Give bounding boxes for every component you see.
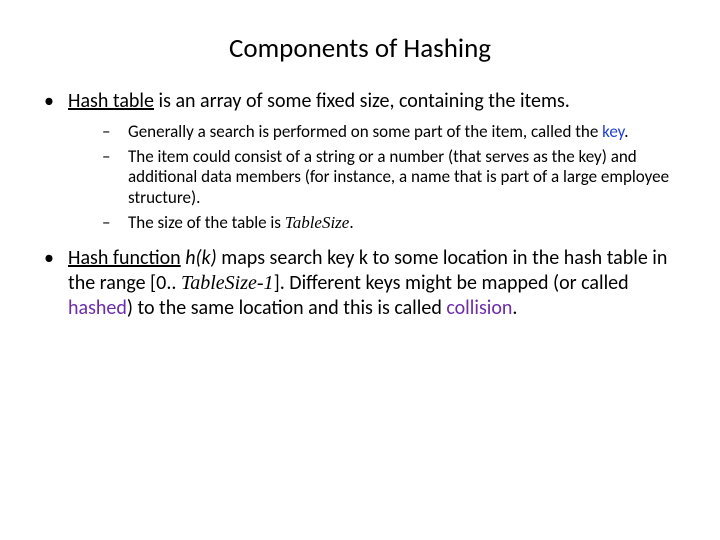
bullet-hash-table: Hash table is an array of some fixed siz… — [36, 89, 684, 234]
bullet-list-level2: Generally a search is performed on some … — [68, 122, 684, 234]
term-range-end: TableSize-1 — [181, 272, 274, 294]
text: . — [349, 212, 353, 233]
text: Generally a search is performed on some … — [128, 121, 602, 142]
term-hk: h(k) — [185, 246, 217, 270]
slide-title: Components of Hashing — [36, 32, 684, 65]
term-key: key — [602, 121, 624, 142]
bullet-hash-function: Hash function h(k) maps search key k to … — [36, 246, 684, 321]
text: . — [512, 296, 517, 320]
text: ) to the same location and this is calle… — [127, 296, 446, 320]
subbullet-tablesize: The size of the table is TableSize. — [68, 213, 684, 234]
term-hash-table: Hash table — [68, 89, 154, 113]
text: is an array of some fixed size, containi… — [154, 89, 570, 113]
bullet-list-level1: Hash table is an array of some fixed siz… — [36, 89, 684, 321]
subbullet-item-desc: The item could consist of a string or a … — [68, 147, 684, 209]
term-hash-function: Hash function — [68, 246, 181, 270]
slide: Components of Hashing Hash table is an a… — [0, 0, 720, 540]
term-collision: collision — [446, 296, 512, 320]
text: The size of the table is — [128, 212, 285, 233]
text: ]. Different keys might be mapped (or ca… — [274, 271, 629, 295]
term-tablesize: TableSize — [285, 213, 350, 232]
subbullet-key: Generally a search is performed on some … — [68, 122, 684, 143]
text: The item could consist of a string or a … — [128, 146, 669, 208]
text: . — [624, 121, 628, 142]
term-hashed: hashed — [68, 296, 127, 320]
